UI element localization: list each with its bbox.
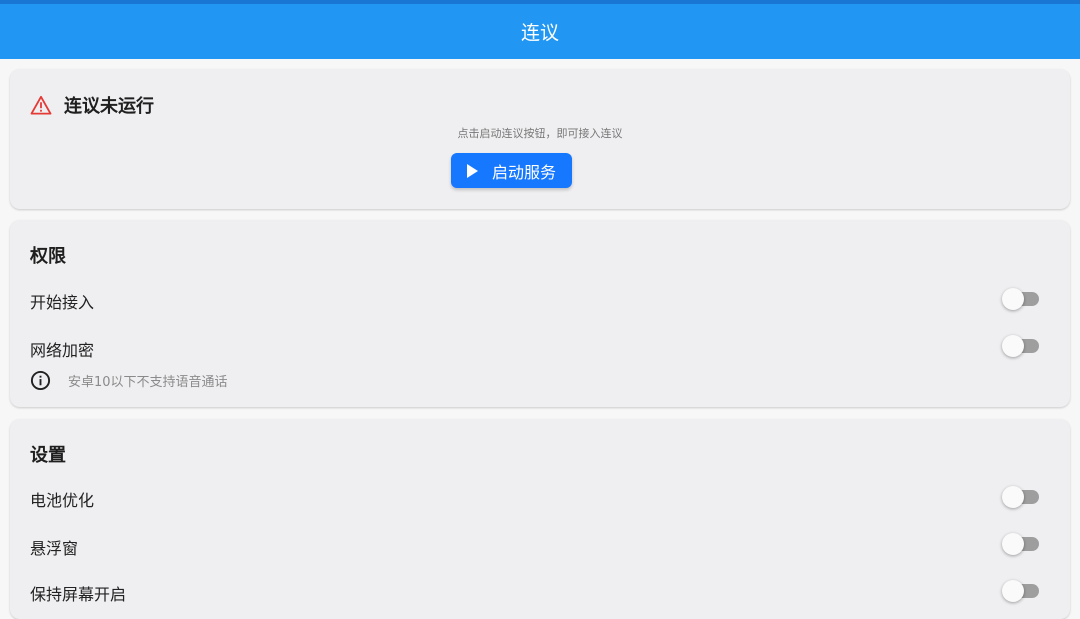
hint-text: 安卓10以下不支持语音通话: [68, 375, 228, 390]
toggle-thumb: [1002, 335, 1024, 357]
toggle-thumb: [1002, 288, 1024, 310]
setting-label-keep-screen-on: 保持屏幕开启: [30, 585, 127, 604]
service-status-card: 连议未运行 点击启动连议按钮，即可接入连议 启动服务: [10, 69, 1070, 209]
status-header: 连议未运行: [30, 92, 154, 118]
permissions-card: 权限 开始接入 网络加密 安卓10以下不支持语音通话: [10, 220, 1070, 407]
toggle-thumb: [1002, 533, 1024, 555]
permission-label-start-access: 开始接入: [30, 293, 95, 312]
app-title: 连议: [520, 22, 559, 44]
setting-label-battery-optimization: 电池优化: [30, 491, 95, 510]
settings-title: 设置: [30, 445, 66, 466]
setting-label-floating-window: 悬浮窗: [30, 539, 79, 558]
app-bar: 连议: [0, 4, 1080, 59]
play-icon: [466, 163, 478, 178]
start-access-toggle[interactable]: [1002, 288, 1039, 310]
info-icon: [30, 370, 51, 391]
keep-screen-on-toggle[interactable]: [1002, 580, 1039, 602]
floating-window-toggle[interactable]: [1002, 533, 1039, 555]
start-service-label: 启动服务: [491, 162, 556, 182]
network-encryption-toggle[interactable]: [1002, 335, 1039, 357]
permissions-title: 权限: [30, 246, 66, 267]
permission-label-network-encryption: 网络加密: [30, 341, 95, 360]
battery-optimization-toggle[interactable]: [1002, 486, 1039, 508]
settings-card: 设置 电池优化 悬浮窗 保持屏幕开启: [10, 419, 1070, 619]
toggle-thumb: [1002, 580, 1024, 602]
warning-triangle-icon: [30, 95, 52, 115]
start-service-button[interactable]: 启动服务: [451, 153, 572, 188]
toggle-thumb: [1002, 486, 1024, 508]
status-title: 连议未运行: [64, 96, 154, 117]
status-subtitle: 点击启动连议按钮，即可接入连议: [457, 127, 623, 140]
voice-call-hint: 安卓10以下不支持语音通话: [30, 370, 228, 391]
